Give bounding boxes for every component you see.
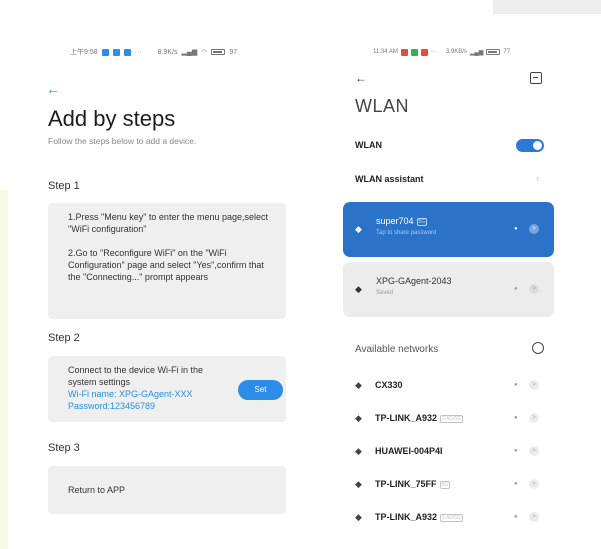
- wlan-toggle-label: WLAN: [355, 140, 382, 150]
- status-speed: 8.9K/s: [157, 48, 178, 56]
- corner-decoration: [493, 0, 601, 14]
- network-name: XPG-GAgent-2043: [376, 276, 452, 286]
- step1-card: 1.Press "Menu key" to enter the menu pag…: [48, 203, 286, 319]
- battery-level: 97: [229, 48, 238, 56]
- step2-text: Connect to the device Wi-Fi in the syste…: [68, 365, 204, 387]
- password-text: Password:123456789: [68, 401, 156, 411]
- step1-instruction1: 1.Press "Menu key" to enter the menu pag…: [68, 212, 268, 234]
- notification-icon: [420, 48, 428, 56]
- network-status: Saved: [376, 290, 394, 296]
- wlan-toggle[interactable]: [516, 139, 544, 152]
- network-name: TP-LINK_75FF 5G: [375, 479, 451, 489]
- status-bar: 上午9:58 ··· 8.9K/s ▂▄▆ ◠ 97: [70, 44, 320, 60]
- notification-icon: [123, 48, 131, 56]
- connected-network-card[interactable]: ◆ super704 5G Tap to share password ● >: [343, 202, 554, 257]
- set-button[interactable]: Set: [238, 380, 283, 400]
- status-time: 11:34 AM: [373, 49, 398, 55]
- status-dots: ···: [430, 49, 437, 55]
- network-status: Tap to share password: [376, 230, 437, 236]
- lock-icon: ●: [514, 481, 518, 487]
- step2-title: Step 2: [48, 332, 80, 344]
- battery-level: 77: [503, 49, 511, 55]
- side-decoration: [0, 190, 8, 549]
- lock-icon: ●: [514, 226, 518, 232]
- available-networks-label: Available networks: [355, 344, 439, 355]
- page-title: Add by steps: [48, 106, 176, 131]
- info-icon[interactable]: >: [529, 284, 539, 294]
- wifi-icon: ◆: [355, 224, 362, 234]
- back-arrow-icon[interactable]: ←: [355, 72, 367, 84]
- network-name: TP-LINK_A932 2.4G/5G: [375, 413, 463, 423]
- wifi-icon: ◆: [355, 413, 362, 423]
- notification-icon: [101, 48, 109, 56]
- network-name: TP-LINK_A932 2.4G/5G: [375, 512, 463, 522]
- info-icon[interactable]: >: [529, 446, 539, 456]
- wifi-icon: ◆: [355, 380, 362, 390]
- wifi-icon: ◆: [355, 512, 362, 522]
- wifi-icon: ◆: [355, 479, 362, 489]
- back-arrow-icon[interactable]: ←: [46, 82, 60, 96]
- network-row[interactable]: ◆ TP-LINK_75FF 5G ● >: [343, 476, 555, 496]
- notification-icon: [112, 48, 120, 56]
- step3-text: Return to APP: [68, 485, 126, 495]
- status-dots: ···: [134, 48, 142, 56]
- lock-icon: ●: [514, 514, 518, 520]
- step1-title: Step 1: [48, 180, 80, 192]
- network-row[interactable]: ◆ CX330 ● >: [343, 377, 555, 397]
- info-icon[interactable]: >: [529, 380, 539, 390]
- status-bar: 11:34 AM ··· 3.9KB/s ▂▄▆ 77: [373, 44, 553, 60]
- page-title: WLAN: [355, 96, 410, 116]
- wifi-icon: ◆: [355, 284, 362, 294]
- info-icon[interactable]: >: [529, 479, 539, 489]
- chevron-right-icon: ›: [536, 173, 539, 183]
- lock-icon: ●: [514, 286, 518, 292]
- notification-icon: [400, 48, 408, 56]
- notification-icon: [410, 48, 418, 56]
- wlan-settings-screen: 11:34 AM ··· 3.9KB/s ▂▄▆ 77 ← WLAN WLAN …: [343, 44, 555, 549]
- network-row[interactable]: ◆ TP-LINK_A932 2.4G/5G ● >: [343, 509, 555, 529]
- network-row[interactable]: ◆ HUAWEI-004P4I ● >: [343, 443, 555, 463]
- info-icon[interactable]: >: [529, 512, 539, 522]
- step1-instruction2: 2.Go to "Reconfigure WiFi" on the "WiFi …: [68, 248, 264, 282]
- wlan-assistant-item[interactable]: WLAN assistant: [355, 174, 424, 184]
- status-time: 上午9:58: [70, 49, 98, 56]
- info-icon[interactable]: >: [529, 224, 539, 234]
- network-name: super704 5G: [376, 216, 428, 226]
- step3-title: Step 3: [48, 442, 80, 454]
- step3-card: Return to APP: [48, 466, 286, 514]
- network-name: CX330: [375, 380, 403, 390]
- wifi-status-icon: ◠: [201, 49, 208, 56]
- signal-icon: ▂▄▆: [469, 49, 484, 56]
- info-icon[interactable]: >: [529, 413, 539, 423]
- battery-icon: [211, 49, 226, 55]
- network-row[interactable]: ◆ TP-LINK_A932 2.4G/5G ● >: [343, 410, 555, 430]
- lock-icon: ●: [514, 382, 518, 388]
- lock-icon: ●: [514, 448, 518, 454]
- step2-card: Connect to the device Wi-Fi in the syste…: [48, 356, 286, 422]
- wifi-icon: ◆: [355, 446, 362, 456]
- page-subtitle: Follow the steps below to add a device.: [48, 136, 197, 146]
- scan-icon[interactable]: [530, 72, 542, 84]
- saved-network-card[interactable]: ◆ XPG-GAgent-2043 Saved ● >: [343, 262, 554, 317]
- refresh-icon[interactable]: [532, 342, 544, 354]
- signal-icon: ▂▄▆: [181, 49, 198, 56]
- add-by-steps-screen: 上午9:58 ··· 8.9K/s ▂▄▆ ◠ 97 ← Add by step…: [36, 44, 298, 549]
- network-name: HUAWEI-004P4I: [375, 446, 443, 456]
- battery-icon: [486, 49, 501, 55]
- status-speed: 3.9KB/s: [445, 49, 467, 55]
- lock-icon: ●: [514, 415, 518, 421]
